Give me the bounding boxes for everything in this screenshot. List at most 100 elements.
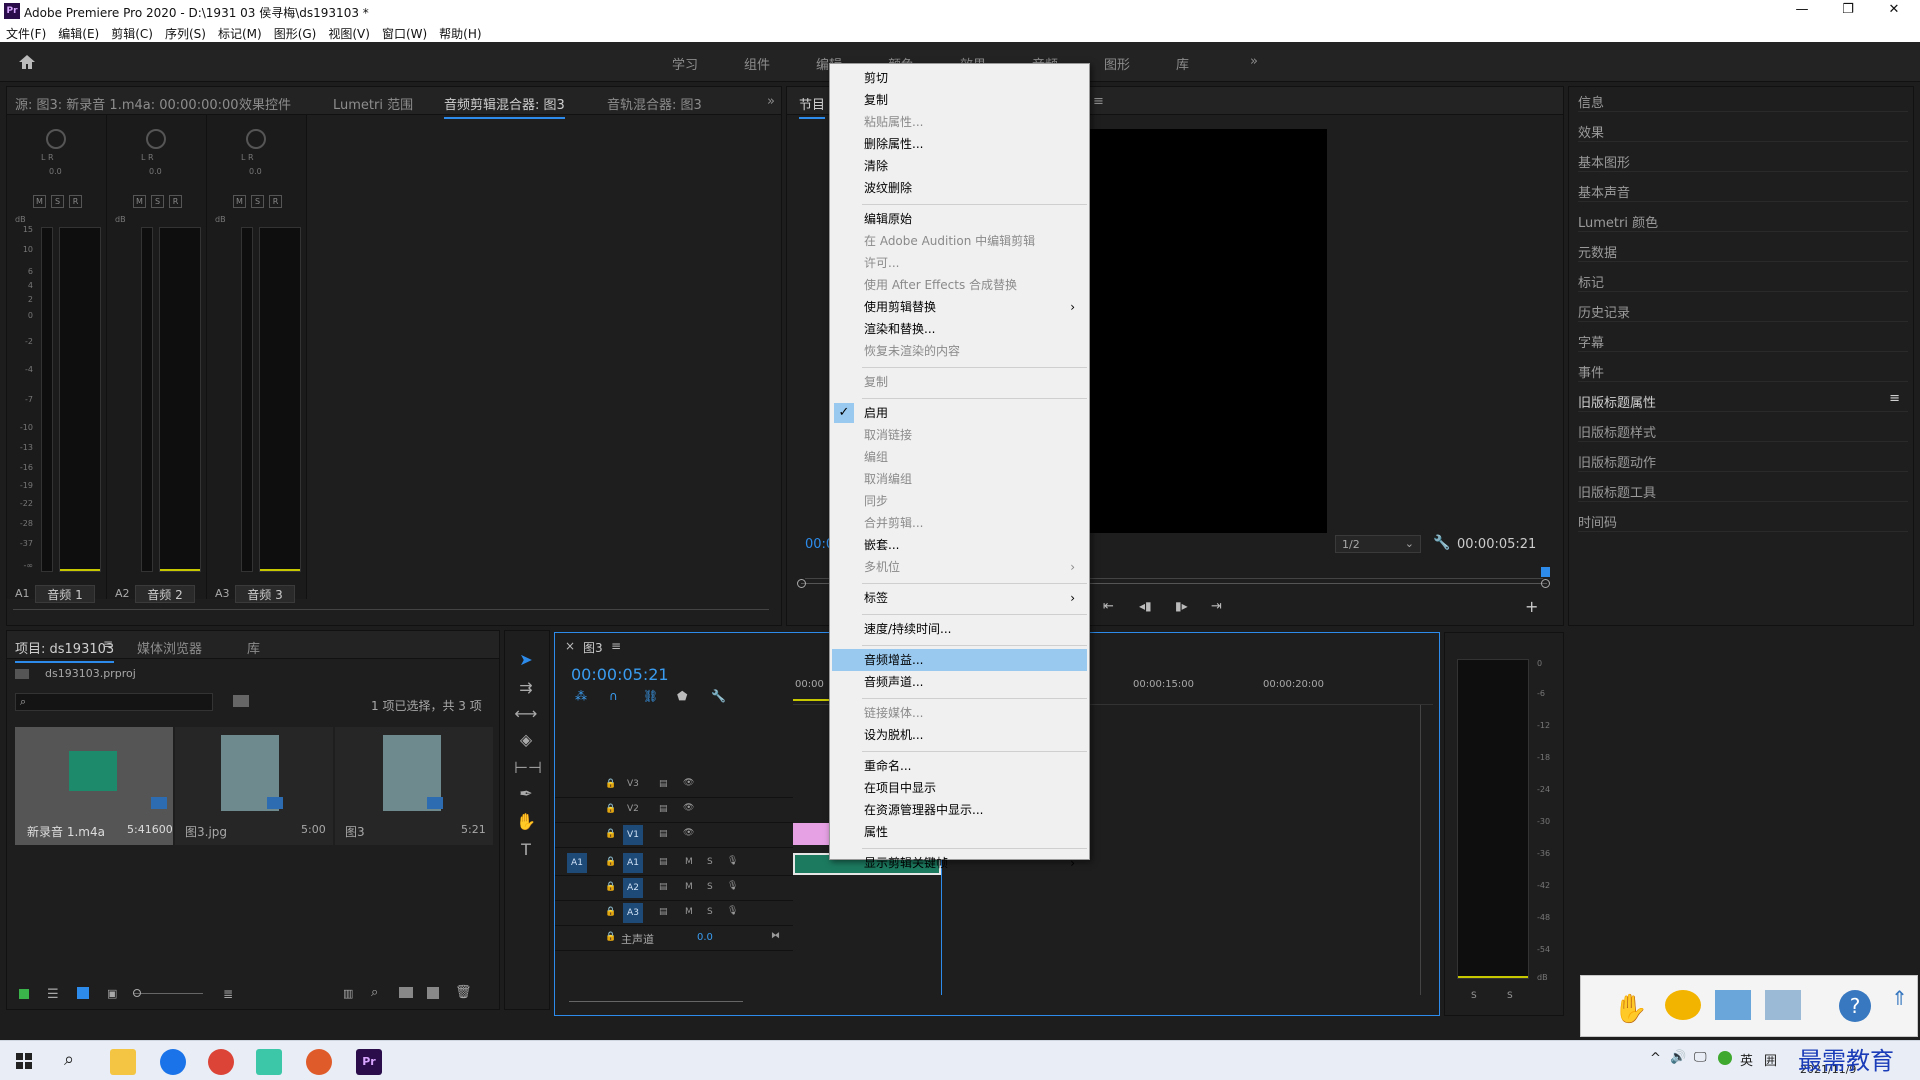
- panel-legacy-title-actions[interactable]: 旧版标题动作: [1578, 446, 1908, 472]
- automate-to-sequence-icon[interactable]: ▥: [343, 987, 353, 1000]
- mic-icon[interactable]: 🎙: [727, 856, 738, 866]
- security-tray-icon[interactable]: [1718, 1051, 1732, 1065]
- context-menu-item[interactable]: 清除: [864, 156, 1085, 176]
- add-marker-icon[interactable]: ⬟: [677, 689, 687, 703]
- network-icon[interactable]: 🖵: [1694, 1050, 1707, 1065]
- razor-tool-icon[interactable]: ◈: [514, 730, 538, 752]
- slip-tool-icon[interactable]: ⊢⊣: [514, 758, 542, 780]
- context-menu-item[interactable]: 链接媒体...: [864, 703, 1085, 723]
- step-back-icon[interactable]: ◂▮: [1139, 599, 1152, 613]
- toggle-sync-icon[interactable]: ▤: [659, 857, 668, 867]
- context-menu-item[interactable]: 复制: [864, 90, 1085, 110]
- mic-icon[interactable]: 🎙: [727, 881, 738, 891]
- context-menu-item[interactable]: 合并剪辑...: [864, 513, 1085, 533]
- mute-track-button[interactable]: M: [685, 857, 693, 867]
- wrench-icon[interactable]: 🔧: [1433, 535, 1450, 551]
- panel-menu-icon[interactable]: ≡: [1093, 94, 1104, 109]
- context-menu-item[interactable]: 在 Adobe Audition 中编辑剪辑: [864, 231, 1085, 251]
- mute-button[interactable]: M: [233, 195, 246, 208]
- pan-knob[interactable]: [146, 129, 166, 149]
- panel-menu-icon[interactable]: ≡: [1889, 391, 1900, 406]
- context-menu-item[interactable]: 显示剪辑关键帧 ›: [864, 853, 1085, 873]
- edge-browser-icon[interactable]: [160, 1049, 186, 1075]
- eye-icon[interactable]: 👁: [683, 778, 694, 788]
- recorder-app-icon[interactable]: [306, 1049, 332, 1075]
- panel-menu-icon[interactable]: ≡: [103, 637, 113, 651]
- context-menu-item[interactable]: 渲染和替换...: [864, 319, 1085, 339]
- close-button[interactable]: ✕: [1874, 2, 1914, 20]
- menu-view[interactable]: 视图(V): [322, 22, 376, 42]
- windows-start-icon[interactable]: [16, 1053, 32, 1069]
- solo-button[interactable]: S: [151, 195, 164, 208]
- volume-icon[interactable]: 🔊: [1670, 1050, 1686, 1065]
- context-menu-item[interactable]: 取消编组: [864, 469, 1085, 489]
- panel-events[interactable]: 事件: [1578, 356, 1908, 382]
- context-menu-item[interactable]: 剪切: [864, 68, 1085, 88]
- new-item-icon[interactable]: [427, 987, 439, 999]
- menu-edit[interactable]: 编辑(E): [52, 22, 105, 42]
- master-expand-icon[interactable]: ⧓: [771, 931, 780, 941]
- tab-audio-track-mixer[interactable]: 音轨混合器: 图3: [607, 94, 702, 113]
- file-explorer-icon[interactable]: [110, 1049, 136, 1075]
- work-area-bar[interactable]: [793, 699, 833, 701]
- panel-essential-sound[interactable]: 基本声音: [1578, 176, 1908, 202]
- selection-tool-icon[interactable]: ➤: [514, 650, 538, 672]
- tab-audio-clip-mixer[interactable]: 音频剪辑混合器: 图3: [444, 94, 565, 119]
- context-menu-item[interactable]: 多机位 ›: [864, 557, 1085, 577]
- track-lock-icon[interactable]: 🔒: [605, 829, 616, 839]
- mute-button[interactable]: M: [33, 195, 46, 208]
- workspace-assembly[interactable]: 组件: [744, 54, 770, 73]
- context-menu-item[interactable]: 使用 After Effects 合成替换: [864, 275, 1085, 295]
- mute-track-button[interactable]: M: [685, 882, 693, 892]
- tab-media-browser[interactable]: 媒体浏览器: [137, 638, 202, 657]
- context-menu-item[interactable]: 编组: [864, 447, 1085, 467]
- panel-overflow-icon[interactable]: »: [767, 94, 775, 109]
- track-lock-icon[interactable]: 🔒: [605, 907, 616, 917]
- context-menu-item[interactable]: 速度/持续时间...: [864, 619, 1085, 639]
- context-menu-item[interactable]: 编辑原始: [864, 209, 1085, 229]
- source-patch-a1[interactable]: A1: [567, 853, 587, 873]
- context-menu-item[interactable]: 同步: [864, 491, 1085, 511]
- fader-track[interactable]: [141, 227, 153, 572]
- context-menu-item[interactable]: 重命名...: [864, 756, 1085, 776]
- context-menu-item[interactable]: 粘贴属性...: [864, 112, 1085, 132]
- fader-track[interactable]: [41, 227, 53, 572]
- menu-marker[interactable]: 标记(M): [212, 22, 268, 42]
- toggle-sync-icon[interactable]: ▤: [659, 829, 668, 839]
- writable-lock-icon[interactable]: [19, 989, 29, 999]
- eye-icon[interactable]: 👁: [683, 828, 694, 838]
- solo-button[interactable]: S: [51, 195, 64, 208]
- go-to-out-icon[interactable]: ⇥: [1211, 599, 1222, 614]
- toggle-sync-icon[interactable]: ▤: [659, 804, 668, 814]
- trash-icon[interactable]: 🗑: [455, 985, 472, 1000]
- context-menu-item[interactable]: 嵌套...: [864, 535, 1085, 555]
- toggle-sync-icon[interactable]: ▤: [659, 907, 668, 917]
- linked-selection-icon[interactable]: ⛓: [643, 689, 658, 703]
- track-select-tool-icon[interactable]: ⇉: [514, 678, 538, 700]
- sort-icon[interactable]: ≣: [223, 987, 233, 1001]
- zoom-search-icon[interactable]: [1765, 990, 1801, 1020]
- context-menu-item[interactable]: 取消链接: [864, 425, 1085, 445]
- close-tab-icon[interactable]: ×: [565, 639, 575, 653]
- playhead-marker[interactable]: [1541, 567, 1550, 577]
- toggle-sync-icon[interactable]: ▤: [659, 882, 668, 892]
- home-icon[interactable]: [18, 54, 36, 70]
- insert-sequence-icon[interactable]: ⁂: [575, 689, 587, 703]
- pan-knob[interactable]: [246, 129, 266, 149]
- menu-graphics[interactable]: 图形(G): [268, 22, 323, 42]
- panel-lumetri-color[interactable]: Lumetri 颜色: [1578, 206, 1908, 232]
- panel-legacy-title-properties[interactable]: 旧版标题属性 ≡: [1578, 386, 1908, 412]
- icon-view-icon[interactable]: [77, 987, 89, 999]
- type-tool-icon[interactable]: T: [514, 840, 538, 862]
- channel-name[interactable]: 音频 1: [35, 585, 95, 603]
- context-menu-item[interactable]: 启用: [864, 403, 1085, 423]
- tab-project[interactable]: 项目: ds193103: [15, 638, 115, 663]
- project-search-input[interactable]: ⌕: [15, 693, 213, 711]
- toggle-sync-icon[interactable]: ▤: [659, 779, 668, 789]
- ime-mode[interactable]: 囲: [1764, 1050, 1777, 1069]
- menu-help[interactable]: 帮助(H): [433, 22, 487, 42]
- premiere-taskbar-icon[interactable]: Pr: [356, 1049, 382, 1075]
- freeform-view-icon[interactable]: ▣: [107, 987, 117, 1000]
- pen-tool-icon[interactable]: ✒: [514, 784, 538, 806]
- vertical-scrollbar[interactable]: [1420, 705, 1421, 995]
